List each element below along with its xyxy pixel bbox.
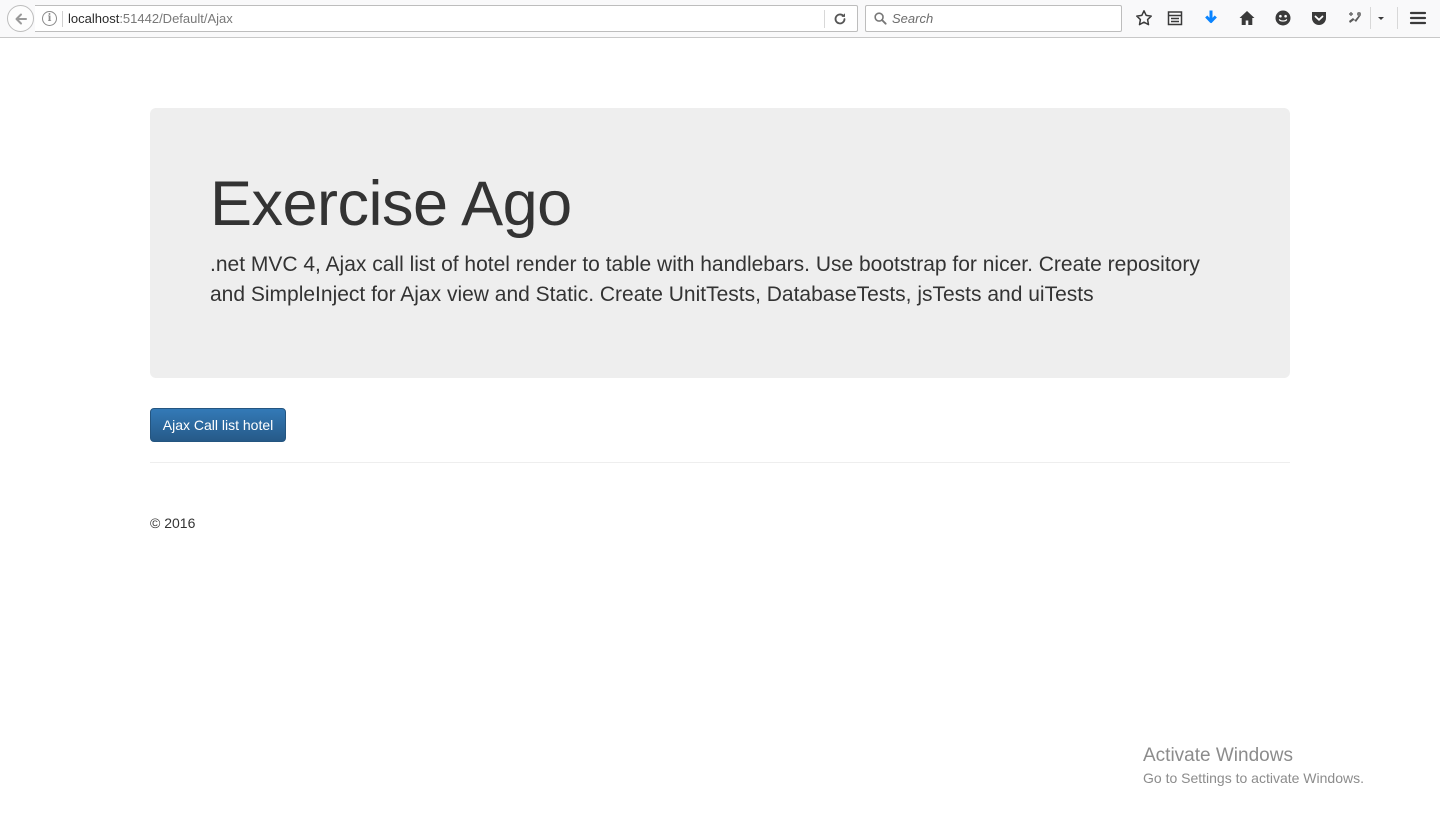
extension-icon[interactable] (1344, 7, 1366, 29)
search-bar[interactable] (865, 5, 1122, 32)
lead-paragraph: .net MVC 4, Ajax call list of hotel rend… (210, 253, 1200, 306)
url-separator (62, 11, 63, 27)
home-icon[interactable] (1236, 7, 1258, 29)
url-host: localhost (68, 11, 120, 26)
search-icon (874, 12, 887, 25)
reload-separator (824, 10, 825, 28)
pocket-icon[interactable] (1308, 7, 1330, 29)
page-title: Exercise Ago (210, 169, 572, 239)
jumbotron: Exercise Ago .net MVC 4, Ajax call list … (150, 108, 1290, 378)
url-text[interactable]: localhost:51442/Default/Ajax (68, 11, 233, 27)
address-bar[interactable]: i localhost:51442/Default/Ajax (35, 5, 858, 32)
dropdown-arrow-icon[interactable] (1371, 7, 1391, 29)
search-input[interactable] (890, 6, 1115, 31)
browser-toolbar: i localhost:51442/Default/Ajax (0, 0, 1440, 38)
ajax-call-list-hotel-button[interactable]: Ajax Call list hotel (150, 408, 286, 442)
url-path: :51442/Default/Ajax (119, 11, 233, 26)
footer-copyright: © 2016 (150, 515, 196, 531)
reload-icon[interactable] (832, 11, 848, 27)
toolbar-separator (1397, 7, 1398, 29)
emoji-icon[interactable] (1272, 7, 1294, 29)
hamburger-menu-icon[interactable] (1407, 7, 1429, 29)
bookmark-star-icon[interactable] (1133, 7, 1155, 29)
activate-windows-subtitle: Go to Settings to activate Windows. (1143, 770, 1364, 786)
divider (150, 462, 1290, 463)
info-icon[interactable]: i (42, 11, 57, 26)
back-button[interactable] (7, 5, 34, 32)
activate-windows-title: Activate Windows (1143, 745, 1293, 766)
back-arrow-icon (15, 13, 27, 24)
download-icon[interactable] (1200, 7, 1222, 29)
reading-list-icon[interactable] (1164, 7, 1186, 29)
